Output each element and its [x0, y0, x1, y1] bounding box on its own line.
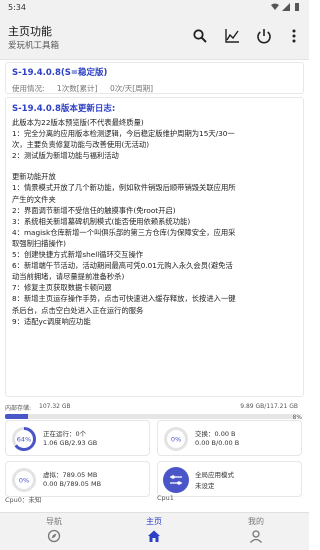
virtual-usage: 0.00 B/789.05 MB [43, 480, 102, 488]
changelog-card[interactable]: S-19.4.0.8版本更新日志: 此版本为22版本预览版(不代表最终质量) 1：… [5, 97, 304, 397]
ram-running: 正在运行：0个 [43, 430, 87, 438]
changelog-lines: 此版本为22版本预览版(不代表最终质量) 1：完全分离的应用版本检测逻辑，今后稳定… [12, 117, 297, 327]
changelog-line: 此版本为22版本预览版(不代表最终质量) [12, 118, 144, 127]
changelog-line: 9：适配yc调度响应功能 [12, 316, 91, 326]
wifi-icon [271, 3, 279, 11]
cpu0-label: Cpu0：未知 [5, 496, 42, 504]
search-icon [193, 29, 207, 43]
storage-total: 9.89 GB/117.21 GB [240, 403, 298, 410]
storage-progress-fill [5, 414, 29, 419]
page-subtitle: 爱玩机工具箱 [8, 41, 60, 51]
changelog-line: 5：创建快捷方式新增shell循环交互操作 [12, 250, 144, 260]
app-mode-tile[interactable]: 全局应用模式 未设定 [157, 461, 302, 497]
changelog-line: 次，主要负责修复功能与改善使用(无活动) [12, 140, 150, 150]
changelog-line: 2：测试版为新增功能与福利活动 [12, 151, 119, 161]
ram-ring-gauge: 64% [12, 427, 36, 451]
changelog-line: 8：新增主页运存操作手势，点击可快速进入缓存释放，长按进入一键 [12, 294, 236, 304]
usage-count: 1次数[累计] [56, 84, 98, 93]
nav-tab-home[interactable]: 主页 [124, 516, 184, 548]
storage-used: 107.32 GB [39, 403, 71, 410]
battery-icon [293, 3, 301, 11]
nav-guide-label: 导航 [46, 517, 62, 526]
chart-button[interactable] [222, 26, 242, 46]
changelog-line: 动当前拥堵，请尽量提前准备秒杀) [12, 272, 125, 282]
version-card: S-19.4.0.8(S=稳定版) 使用情况: 1次数[累计] 0次/天[周期] [5, 62, 304, 94]
chart-icon [224, 29, 239, 43]
page-title: 主页功能 [8, 25, 52, 38]
changelog-line: 6：新增端午节活动，活动期间最高可凭0.01元购入永久会员(避免活 [12, 261, 233, 271]
changelog-line: 3：系统相关新增墓碑机制模式(能否使用依赖系统功能) [12, 216, 191, 226]
more-vert-icon [292, 29, 296, 43]
ring-percent-label: 0% [171, 436, 181, 444]
changelog-line: 更新功能开放 [12, 172, 56, 182]
swap-usage: 0.00 B/0.00 B [195, 439, 240, 447]
usage-info: 使用情况: 1次数[累计] 0次/天[周期] [12, 83, 297, 94]
usage-label: 使用情况: [12, 84, 45, 93]
swap-tile[interactable]: 0% 交换：0.00 B 0.00 B/0.00 B [157, 420, 302, 456]
power-icon [257, 29, 271, 44]
nav-tab-guide[interactable]: 导航 [24, 516, 84, 548]
changelog-line: 产生的文件夹 [12, 194, 56, 204]
system-icons [271, 3, 301, 11]
compass-icon [47, 529, 61, 543]
cpu1-label: Cpu1 [157, 494, 174, 502]
person-icon [250, 530, 262, 543]
power-button[interactable] [254, 26, 274, 46]
nav-profile-label: 我的 [248, 517, 264, 526]
ring-percent-label: 0% [19, 477, 29, 485]
swap-label: 交换：0.00 B [195, 430, 236, 438]
changelog-line: 4：magisk仓库新增一个叫俱乐部的第三方仓库(为保障安全，应用采 [12, 227, 236, 237]
signal-icon [282, 3, 290, 11]
changelog-line: 1：完全分离的应用版本检测逻辑，今后稳定版维护周期为15天/30一 [12, 129, 235, 139]
swap-ring-gauge: 0% [164, 427, 188, 451]
changelog-spacer [12, 161, 297, 171]
sliders-icon [163, 467, 189, 493]
status-time: 5:34 [8, 3, 26, 12]
changelog-line: 取强制扫描操作) [12, 238, 66, 248]
usage-rate: 0次/天[周期] [109, 84, 154, 93]
ram-tile[interactable]: 64% 正在运行：0个 1.06 GB/2.93 GB [5, 420, 150, 456]
app-bar: 主页功能 爱玩机工具箱 [0, 16, 309, 60]
changelog-line: 2：界面调节新增不受信任的触摸事件(免root开启) [12, 205, 176, 215]
main-content: S-19.4.0.8(S=稳定版) 使用情况: 1次数[累计] 0次/天[周期]… [5, 62, 304, 437]
nav-home-label: 主页 [146, 517, 162, 526]
app-mode-value: 未设定 [195, 482, 215, 490]
changelog-line: 7：修复主页获取数据卡顿问题 [12, 283, 112, 293]
status-bar: 5:34 [0, 0, 309, 16]
storage-label: 内部存储: [5, 405, 32, 412]
ram-usage: 1.06 GB/2.93 GB [43, 439, 98, 447]
virtual-memory-tile[interactable]: 0% 虚拟：789.05 MB 0.00 B/789.05 MB [5, 461, 150, 497]
changelog-title: S-19.4.0.8版本更新日志: [12, 104, 116, 114]
home-icon [148, 530, 160, 542]
changelog-line: 1：情景模式开放了几个新功能，例如软件销毁后顺带销毁关联应用所 [12, 183, 236, 193]
virtual-ring-gauge: 0% [12, 468, 36, 492]
more-menu-button[interactable] [284, 26, 304, 46]
changelog-line: 杀后台，点击空白处进入正在运行的服务 [12, 305, 144, 315]
storage-progress-bar [5, 414, 293, 419]
bottom-navigation: 导航 主页 我的 [0, 512, 309, 550]
version-title: S-19.4.0.8(S=稳定版) [12, 68, 108, 78]
nav-tab-profile[interactable]: 我的 [226, 516, 286, 548]
ring-percent-label: 64% [17, 436, 31, 444]
app-mode-label: 全局应用模式 [195, 471, 234, 479]
virtual-label: 虚拟：789.05 MB [43, 471, 98, 479]
search-button[interactable] [190, 26, 210, 46]
